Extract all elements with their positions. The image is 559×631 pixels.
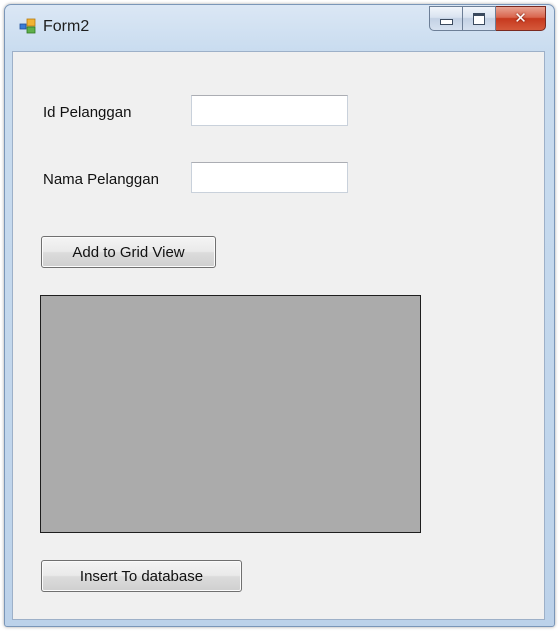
nama-pelanggan-input[interactable] bbox=[191, 162, 348, 193]
window-title: Form2 bbox=[43, 18, 90, 35]
close-button[interactable]: ✕ bbox=[496, 6, 546, 31]
maximize-icon bbox=[473, 12, 485, 25]
close-icon: ✕ bbox=[514, 9, 527, 27]
title-bar[interactable]: Form2 ✕ bbox=[5, 5, 554, 51]
form-app-icon bbox=[19, 18, 36, 34]
nama-pelanggan-label: Nama Pelanggan bbox=[43, 171, 159, 188]
add-to-grid-view-button[interactable]: Add to Grid View bbox=[41, 236, 216, 268]
id-pelanggan-label: Id Pelanggan bbox=[43, 104, 132, 121]
form-client-area: Id Pelanggan Nama Pelanggan Add to Grid … bbox=[12, 51, 545, 620]
minimize-icon bbox=[439, 19, 453, 25]
insert-to-database-button[interactable]: Insert To database bbox=[41, 560, 242, 592]
form2-window: Form2 ✕ Id Pelanggan Nama Pelanggan Add … bbox=[4, 4, 555, 627]
data-grid-view[interactable] bbox=[40, 295, 421, 533]
maximize-button[interactable] bbox=[463, 6, 496, 31]
id-pelanggan-input[interactable] bbox=[191, 95, 348, 126]
caption-buttons: ✕ bbox=[429, 6, 546, 32]
minimize-button[interactable] bbox=[429, 6, 463, 31]
